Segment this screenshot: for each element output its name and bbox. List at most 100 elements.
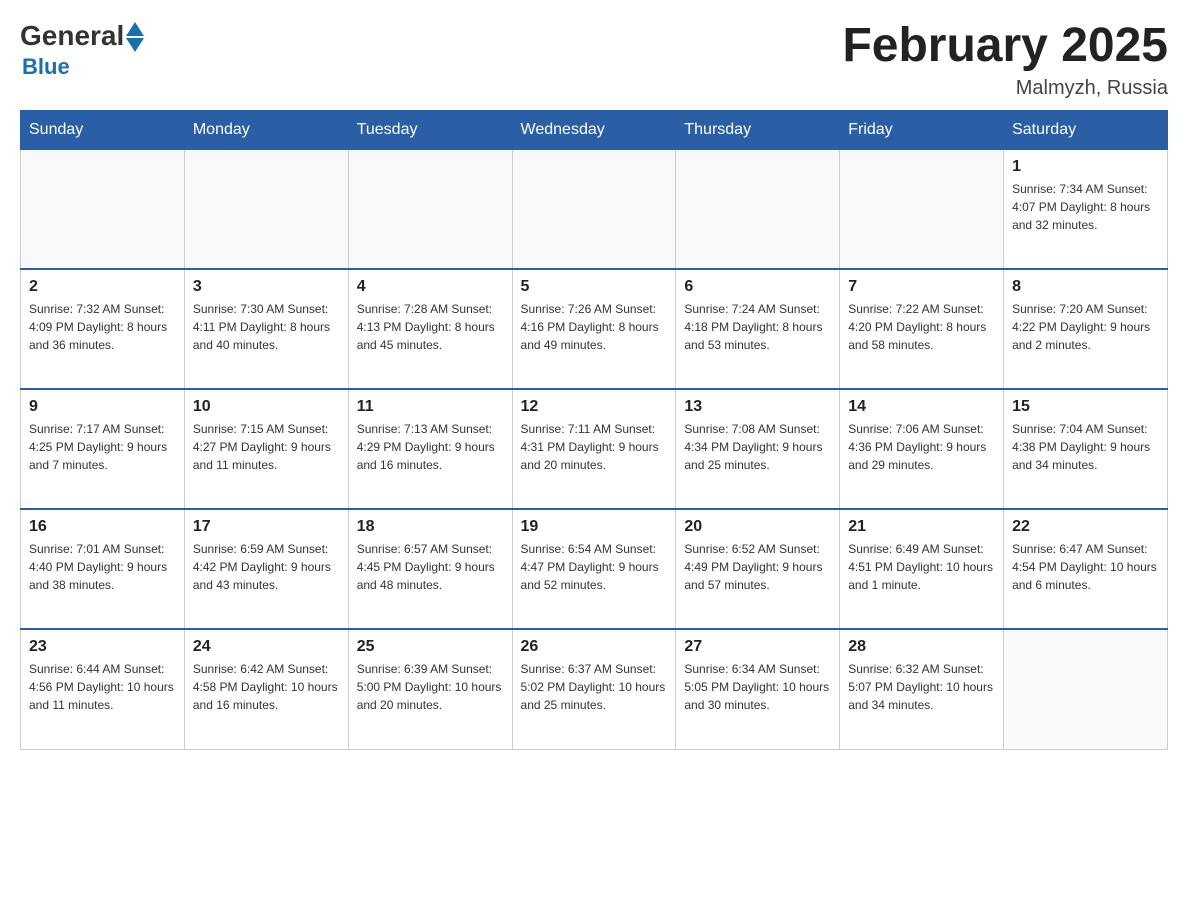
month-title: February 2025 — [842, 20, 1168, 73]
calendar-cell: 26Sunrise: 6:37 AM Sunset: 5:02 PM Dayli… — [512, 629, 676, 749]
calendar-cell — [512, 149, 676, 269]
calendar-cell: 20 Sunrise: 6:52 AM Sunset: 4:49 PM Dayli… — [676, 509, 840, 629]
day-info: Sunrise: 7:30 AM Sunset: 4:11 PM Dayligh… — [193, 300, 340, 354]
calendar-cell: 23 Sunrise: 6:44 AM Sunset: 4:56 PM Dayli… — [21, 629, 185, 749]
day-number: 13 — [684, 398, 831, 416]
calendar-cell: 13 Sunrise: 7:08 AM Sunset: 4:34 PM Dayli… — [676, 389, 840, 509]
day-info: Sunrise: 6:39 AM Sunset: 5:00 PM Dayligh… — [357, 660, 504, 714]
day-number: 18 — [357, 518, 504, 536]
calendar-cell: 17Sunrise: 6:59 AM Sunset: 4:42 PM Dayli… — [184, 509, 348, 629]
calendar-cell: 7 Sunrise: 7:22 AM Sunset: 4:20 PM Daylig… — [840, 269, 1004, 389]
day-number: 10 — [193, 398, 340, 416]
column-header-friday: Friday — [840, 110, 1004, 149]
calendar-cell: 27Sunrise: 6:34 AM Sunset: 5:05 PM Dayli… — [676, 629, 840, 749]
day-number: 15 — [1012, 398, 1159, 416]
logo-triangle-up — [126, 22, 144, 36]
day-number: 8 — [1012, 278, 1159, 296]
day-info: Sunrise: 6:42 AM Sunset: 4:58 PM Dayligh… — [193, 660, 340, 714]
day-number: 5 — [521, 278, 668, 296]
day-number: 28 — [848, 638, 995, 656]
calendar-week-row: 16Sunrise: 7:01 AM Sunset: 4:40 PM Dayli… — [21, 509, 1168, 629]
day-info: Sunrise: 7:22 AM Sunset: 4:20 PM Dayligh… — [848, 300, 995, 354]
day-info: Sunrise: 6:49 AM Sunset: 4:51 PM Dayligh… — [848, 540, 995, 594]
calendar-week-row: 2 Sunrise: 7:32 AM Sunset: 4:09 PM Daylig… — [21, 269, 1168, 389]
calendar-cell: 15 Sunrise: 7:04 AM Sunset: 4:38 PM Dayli… — [1004, 389, 1168, 509]
day-number: 26 — [521, 638, 668, 656]
calendar-cell: 16Sunrise: 7:01 AM Sunset: 4:40 PM Dayli… — [21, 509, 185, 629]
calendar-cell — [184, 149, 348, 269]
calendar-cell: 22 Sunrise: 6:47 AM Sunset: 4:54 PM Dayli… — [1004, 509, 1168, 629]
day-number: 3 — [193, 278, 340, 296]
day-number: 7 — [848, 278, 995, 296]
day-number: 27 — [684, 638, 831, 656]
day-number: 4 — [357, 278, 504, 296]
calendar-cell: 3 Sunrise: 7:30 AM Sunset: 4:11 PM Daylig… — [184, 269, 348, 389]
day-info: Sunrise: 7:08 AM Sunset: 4:34 PM Dayligh… — [684, 420, 831, 474]
day-number: 22 — [1012, 518, 1159, 536]
day-info: Sunrise: 7:26 AM Sunset: 4:16 PM Dayligh… — [521, 300, 668, 354]
day-info: Sunrise: 7:04 AM Sunset: 4:38 PM Dayligh… — [1012, 420, 1159, 474]
column-header-saturday: Saturday — [1004, 110, 1168, 149]
day-info: Sunrise: 6:47 AM Sunset: 4:54 PM Dayligh… — [1012, 540, 1159, 594]
day-info: Sunrise: 7:32 AM Sunset: 4:09 PM Dayligh… — [29, 300, 176, 354]
day-info: Sunrise: 6:44 AM Sunset: 4:56 PM Dayligh… — [29, 660, 176, 714]
calendar-cell — [840, 149, 1004, 269]
day-info: Sunrise: 6:32 AM Sunset: 5:07 PM Dayligh… — [848, 660, 995, 714]
calendar-cell: 11 Sunrise: 7:13 AM Sunset: 4:29 PM Dayli… — [348, 389, 512, 509]
day-info: Sunrise: 7:06 AM Sunset: 4:36 PM Dayligh… — [848, 420, 995, 474]
location: Malmyzh, Russia — [842, 77, 1168, 100]
calendar-cell — [21, 149, 185, 269]
day-number: 24 — [193, 638, 340, 656]
calendar-cell: 19 Sunrise: 6:54 AM Sunset: 4:47 PM Dayli… — [512, 509, 676, 629]
calendar-week-row: 1 Sunrise: 7:34 AM Sunset: 4:07 PM Daylig… — [21, 149, 1168, 269]
calendar-cell: 6Sunrise: 7:24 AM Sunset: 4:18 PM Daylig… — [676, 269, 840, 389]
calendar-cell: 4 Sunrise: 7:28 AM Sunset: 4:13 PM Daylig… — [348, 269, 512, 389]
calendar-header-row: SundayMondayTuesdayWednesdayThursdayFrid… — [21, 110, 1168, 149]
calendar-cell — [348, 149, 512, 269]
day-number: 25 — [357, 638, 504, 656]
column-header-wednesday: Wednesday — [512, 110, 676, 149]
page-header: General Blue February 2025 Malmyzh, Russ… — [20, 20, 1168, 100]
calendar-table: SundayMondayTuesdayWednesdayThursdayFrid… — [20, 110, 1168, 750]
day-number: 12 — [521, 398, 668, 416]
day-number: 23 — [29, 638, 176, 656]
day-info: Sunrise: 7:13 AM Sunset: 4:29 PM Dayligh… — [357, 420, 504, 474]
day-number: 21 — [848, 518, 995, 536]
day-info: Sunrise: 6:52 AM Sunset: 4:49 PM Dayligh… — [684, 540, 831, 594]
column-header-thursday: Thursday — [676, 110, 840, 149]
calendar-cell — [676, 149, 840, 269]
day-info: Sunrise: 7:15 AM Sunset: 4:27 PM Dayligh… — [193, 420, 340, 474]
column-header-monday: Monday — [184, 110, 348, 149]
logo-blue: Blue — [22, 54, 70, 80]
calendar-cell: 1 Sunrise: 7:34 AM Sunset: 4:07 PM Daylig… — [1004, 149, 1168, 269]
day-info: Sunrise: 7:11 AM Sunset: 4:31 PM Dayligh… — [521, 420, 668, 474]
calendar-cell: 25 Sunrise: 6:39 AM Sunset: 5:00 PM Dayli… — [348, 629, 512, 749]
calendar-cell: 12 Sunrise: 7:11 AM Sunset: 4:31 PM Dayli… — [512, 389, 676, 509]
calendar-cell: 24 Sunrise: 6:42 AM Sunset: 4:58 PM Dayli… — [184, 629, 348, 749]
calendar-cell: 28 Sunrise: 6:32 AM Sunset: 5:07 PM Dayli… — [840, 629, 1004, 749]
calendar-cell: 18 Sunrise: 6:57 AM Sunset: 4:45 PM Dayli… — [348, 509, 512, 629]
logo: General Blue — [20, 20, 144, 80]
day-info: Sunrise: 7:20 AM Sunset: 4:22 PM Dayligh… — [1012, 300, 1159, 354]
column-header-tuesday: Tuesday — [348, 110, 512, 149]
logo-general: General — [20, 22, 124, 50]
day-info: Sunrise: 6:54 AM Sunset: 4:47 PM Dayligh… — [521, 540, 668, 594]
day-number: 11 — [357, 398, 504, 416]
day-number: 19 — [521, 518, 668, 536]
day-number: 1 — [1012, 158, 1159, 176]
day-number: 14 — [848, 398, 995, 416]
calendar-week-row: 23 Sunrise: 6:44 AM Sunset: 4:56 PM Dayli… — [21, 629, 1168, 749]
day-info: Sunrise: 7:01 AM Sunset: 4:40 PM Dayligh… — [29, 540, 176, 594]
day-info: Sunrise: 7:24 AM Sunset: 4:18 PM Dayligh… — [684, 300, 831, 354]
calendar-cell — [1004, 629, 1168, 749]
day-info: Sunrise: 7:34 AM Sunset: 4:07 PM Dayligh… — [1012, 180, 1159, 234]
calendar-cell: 21 Sunrise: 6:49 AM Sunset: 4:51 PM Dayli… — [840, 509, 1004, 629]
calendar-cell: 2 Sunrise: 7:32 AM Sunset: 4:09 PM Daylig… — [21, 269, 185, 389]
day-info: Sunrise: 7:28 AM Sunset: 4:13 PM Dayligh… — [357, 300, 504, 354]
day-info: Sunrise: 6:57 AM Sunset: 4:45 PM Dayligh… — [357, 540, 504, 594]
calendar-cell: 8 Sunrise: 7:20 AM Sunset: 4:22 PM Daylig… — [1004, 269, 1168, 389]
calendar-cell: 10 Sunrise: 7:15 AM Sunset: 4:27 PM Dayli… — [184, 389, 348, 509]
day-number: 20 — [684, 518, 831, 536]
calendar-cell: 5 Sunrise: 7:26 AM Sunset: 4:16 PM Daylig… — [512, 269, 676, 389]
day-number: 2 — [29, 278, 176, 296]
